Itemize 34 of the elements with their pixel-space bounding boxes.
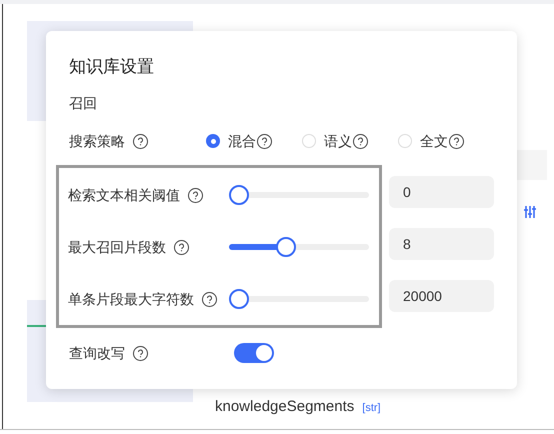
field-label: 查询改写 <box>69 344 125 362</box>
sliders-icon[interactable] <box>523 205 537 219</box>
number-input[interactable]: 0 <box>389 176 494 208</box>
toggle-switch[interactable] <box>234 343 274 363</box>
field-label: 检索文本相关阈值 <box>68 186 180 204</box>
field-label: 搜索策略 <box>69 132 125 150</box>
option-label: 语义 <box>324 132 352 150</box>
section-heading: 召回 <box>69 94 97 113</box>
help-icon[interactable] <box>353 134 368 148</box>
slider[interactable] <box>229 289 371 309</box>
radio-button[interactable] <box>206 134 220 148</box>
option-label: 混合 <box>228 132 256 150</box>
help-icon[interactable] <box>133 346 148 360</box>
option-label: 全文 <box>420 132 448 150</box>
number-input[interactable]: 20000 <box>389 280 494 312</box>
help-icon[interactable] <box>174 240 189 254</box>
field-label: 最大召回片段数 <box>68 238 166 256</box>
slider-thumb[interactable] <box>229 185 249 205</box>
slider[interactable] <box>229 237 371 257</box>
field-label: 单条片段最大字符数 <box>68 290 194 308</box>
dialog-title: 知识库设置 <box>69 56 154 78</box>
field-name: knowledgeSegments <box>215 397 354 417</box>
slider-thumb[interactable] <box>276 237 296 257</box>
radio-button[interactable] <box>302 134 316 148</box>
help-icon[interactable] <box>449 134 464 148</box>
number-input[interactable]: 8 <box>389 228 494 260</box>
help-icon[interactable] <box>133 134 148 148</box>
help-icon[interactable] <box>202 292 217 306</box>
slider-thumb[interactable] <box>229 289 249 309</box>
type-tag: [str] <box>362 400 381 416</box>
radio-button[interactable] <box>398 134 412 148</box>
help-icon[interactable] <box>188 188 203 202</box>
help-icon[interactable] <box>257 134 272 148</box>
slider[interactable] <box>229 185 371 205</box>
